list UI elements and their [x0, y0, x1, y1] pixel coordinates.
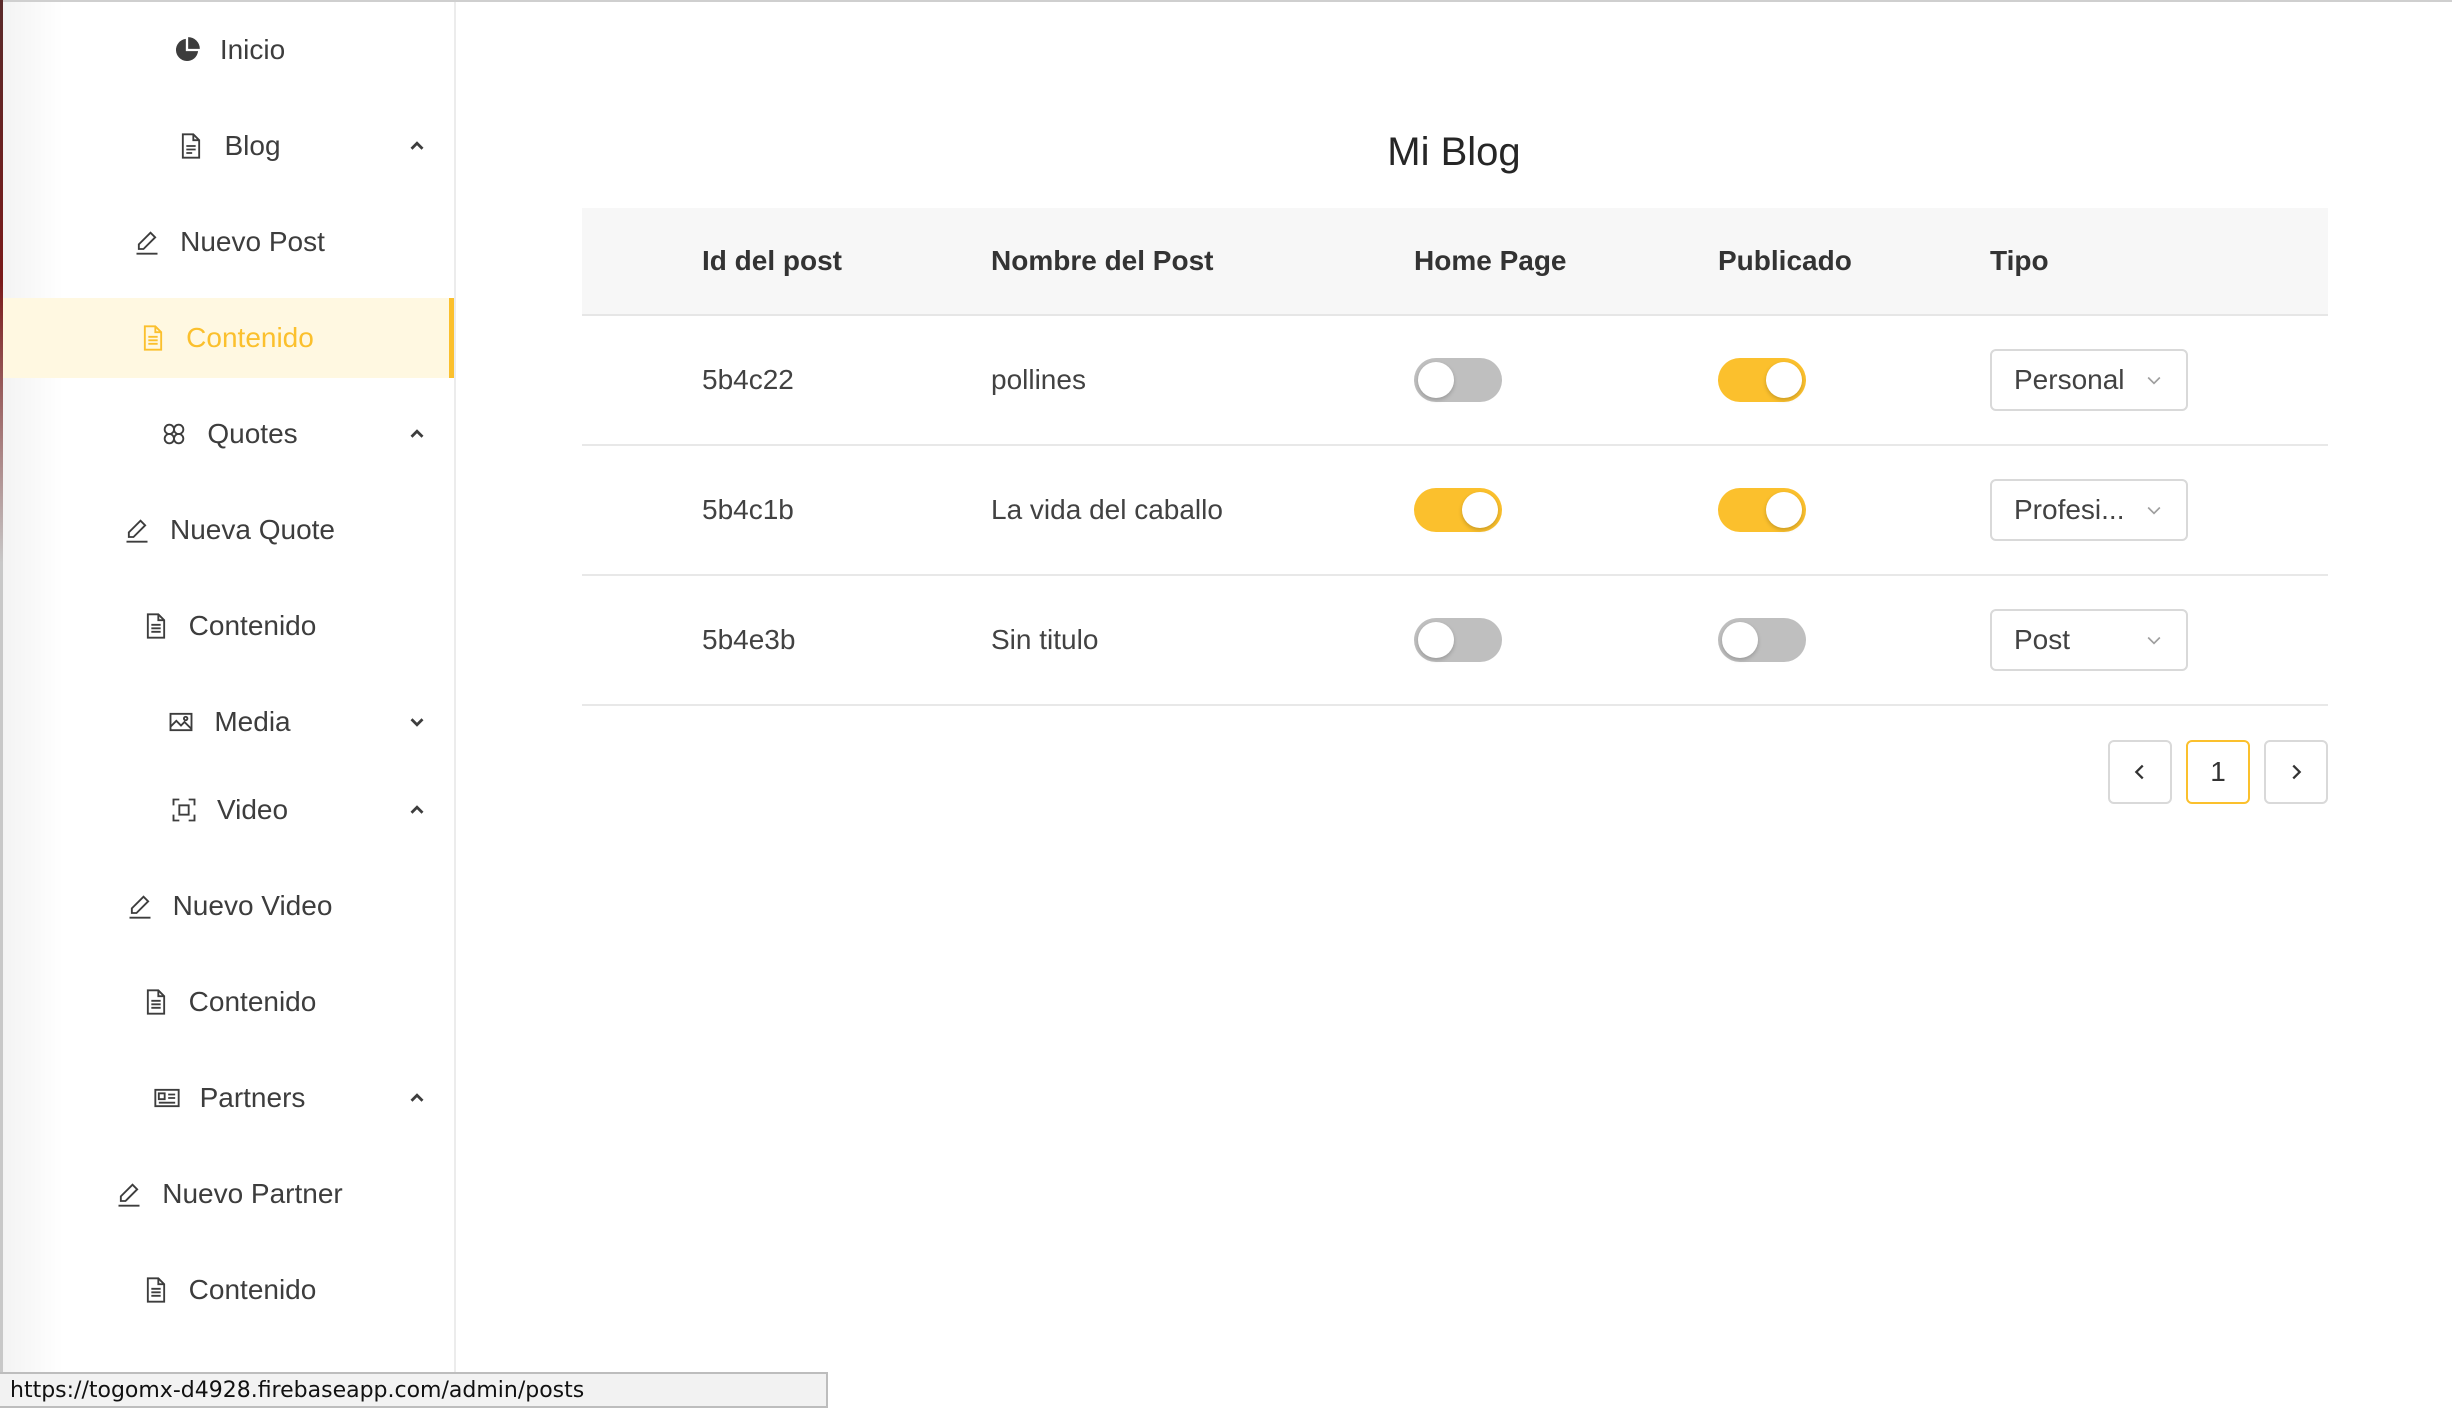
post-name: La vida del caballo: [991, 494, 1223, 525]
posts-table: Id del post Nombre del Post Home Page Pu…: [582, 208, 2328, 706]
chevron-up-icon: [410, 429, 424, 438]
main-content: Mi Blog Id del post Nombre del Post Home…: [456, 2, 2452, 1408]
sidebar-item-partners[interactable]: Partners: [3, 1058, 454, 1138]
table-row: 5b4e3b Sin titulo Post: [582, 576, 2328, 706]
sidebar-item-partners-contenido[interactable]: Contenido: [3, 1250, 454, 1330]
post-name: Sin titulo: [991, 624, 1099, 655]
page-button-current[interactable]: 1: [2186, 740, 2250, 804]
browser-status-url: https://togomx-d4928.firebaseapp.com/adm…: [0, 1372, 828, 1408]
sidebar-item-label: Quotes: [207, 418, 298, 449]
sidebar-item-inicio[interactable]: Inicio: [3, 10, 454, 90]
sidebar-item-label: Inicio: [219, 34, 286, 65]
post-id: 5b4c1b: [702, 494, 794, 525]
sidebar-item-label: Contenido: [188, 986, 317, 1017]
sidebar-item-label: Nuevo Post: [180, 226, 325, 257]
file-text-icon: [138, 323, 168, 353]
edit-icon: [122, 515, 152, 545]
tipo-select[interactable]: Personal: [1990, 349, 2188, 411]
prev-page-button[interactable]: [2108, 740, 2172, 804]
sidebar-item-nuevo-video[interactable]: Nuevo Video: [3, 866, 454, 946]
edit-icon: [132, 227, 162, 257]
home-page-toggle[interactable]: [1414, 618, 1502, 662]
tipo-select[interactable]: Profesi...: [1990, 479, 2188, 541]
sidebar-item-label: Nuevo Video: [172, 890, 333, 921]
idcard-icon: [152, 1083, 182, 1113]
toggle-knob: [1766, 362, 1802, 398]
next-page-button[interactable]: [2264, 740, 2328, 804]
chevron-down-icon: [2147, 506, 2161, 515]
home-page-toggle[interactable]: [1414, 488, 1502, 532]
sidebar-item-nueva-quote[interactable]: Nueva Quote: [3, 490, 454, 570]
scan-icon: [169, 795, 199, 825]
publicado-toggle[interactable]: [1718, 488, 1806, 532]
column-header-publicado: Publicado: [1718, 245, 1852, 276]
toggle-knob: [1462, 492, 1498, 528]
picture-icon: [166, 707, 196, 737]
publicado-toggle[interactable]: [1718, 618, 1806, 662]
chevron-down-icon: [2147, 376, 2161, 385]
column-header-id: Id del post: [702, 245, 842, 276]
sidebar-item-nuevo-partner[interactable]: Nuevo Partner: [3, 1154, 454, 1234]
sidebar-item-label: Nuevo Partner: [162, 1178, 343, 1209]
table-header: Id del post Nombre del Post Home Page Pu…: [582, 208, 2328, 316]
page-title: Mi Blog: [1387, 130, 1521, 174]
table-row: 5b4c22 pollines Personal: [582, 316, 2328, 446]
edit-icon: [114, 1179, 144, 1209]
column-header-tipo: Tipo: [1990, 245, 2049, 276]
sidebar-item-label: Contenido: [188, 1274, 317, 1305]
tipo-select-value: Personal: [2014, 364, 2125, 395]
sidebar-item-label: Nueva Quote: [170, 514, 335, 545]
post-name: pollines: [991, 364, 1086, 395]
sidebar-item-label: Contenido: [186, 322, 314, 353]
column-header-home-page: Home Page: [1414, 245, 1567, 276]
post-id: 5b4e3b: [702, 624, 796, 655]
toggle-knob: [1766, 492, 1802, 528]
tipo-select[interactable]: Post: [1990, 609, 2188, 671]
chevron-left-icon: [2134, 764, 2144, 780]
pagination: 1: [2108, 740, 2328, 804]
sidebar-item-quotes[interactable]: Quotes: [3, 394, 454, 474]
chevron-right-icon: [2292, 764, 2302, 780]
sidebar-item-video-contenido[interactable]: Contenido: [3, 962, 454, 1042]
table-row: 5b4c1b La vida del caballo Profesi...: [582, 446, 2328, 576]
pie-chart-icon: [172, 35, 202, 65]
file-text-icon: [141, 611, 171, 641]
toggle-knob: [1418, 362, 1454, 398]
edit-icon: [125, 891, 155, 921]
column-header-nombre: Nombre del Post: [991, 245, 1214, 276]
sidebar-item-media[interactable]: Media: [3, 682, 454, 762]
toggle-knob: [1418, 622, 1454, 658]
tipo-select-value: Post: [2014, 624, 2071, 655]
file-text-icon: [141, 1275, 171, 1305]
sidebar-item-label: Video: [216, 794, 289, 825]
file-text-icon: [141, 987, 171, 1017]
chevron-up-icon: [410, 141, 424, 150]
chevron-down-icon: [2147, 636, 2161, 645]
sidebar-item-video[interactable]: Video: [3, 770, 454, 850]
sidebar-item-blog[interactable]: Blog: [3, 106, 454, 186]
sidebar-item-quotes-contenido[interactable]: Contenido: [3, 586, 454, 666]
sidebar: Inicio Blog Nuevo Post Contenido Quotes …: [3, 2, 456, 1408]
chevron-down-icon: [410, 718, 424, 727]
sidebar-item-nuevo-post[interactable]: Nuevo Post: [3, 202, 454, 282]
post-id: 5b4c22: [702, 364, 794, 395]
flower-icon: [159, 419, 189, 449]
publicado-toggle[interactable]: [1718, 358, 1806, 402]
file-icon: [176, 131, 206, 161]
sidebar-item-label: Media: [214, 706, 291, 737]
home-page-toggle[interactable]: [1414, 358, 1502, 402]
sidebar-item-label: Contenido: [188, 610, 317, 641]
sidebar-item-blog-contenido[interactable]: Contenido: [3, 298, 454, 378]
sidebar-item-label: Blog: [224, 130, 281, 161]
toggle-knob: [1722, 622, 1758, 658]
sidebar-item-label: Partners: [199, 1082, 306, 1113]
tipo-select-value: Profesi...: [2014, 494, 2125, 525]
chevron-up-icon: [410, 1093, 424, 1102]
chevron-up-icon: [410, 805, 424, 814]
